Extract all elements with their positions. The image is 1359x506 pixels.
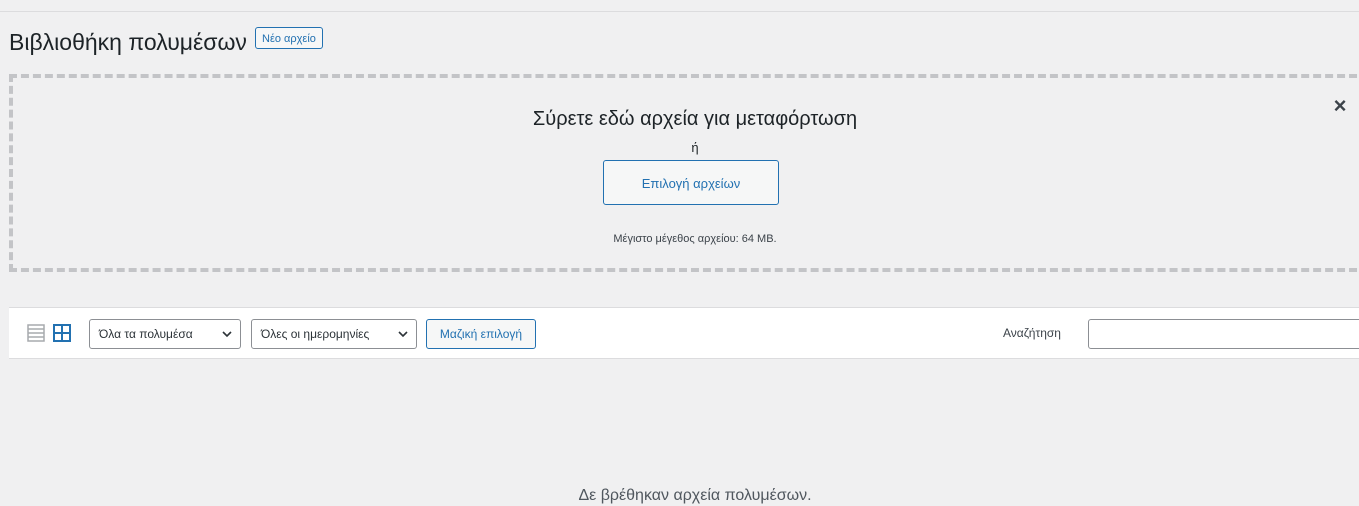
empty-state-message: Δε βρέθηκαν αρχεία πολυμέσων. [578,487,812,504]
date-filter-value: Όλες οι ημερομηνίες [261,327,370,341]
top-divider [0,11,1359,12]
page-title: Βιβλιοθήκη πολυμέσων [9,29,247,55]
date-filter[interactable]: Όλες οι ημερομηνίες [251,319,417,349]
chevron-down-icon [398,331,408,338]
add-new-media-button[interactable]: Νέο αρχείο [255,27,323,49]
grid-view-icon[interactable] [53,324,71,342]
search-label: Αναζήτηση [1003,326,1061,340]
max-upload-size: Μέγιστο μέγεθος αρχείου: 64 MB. [613,233,777,245]
bulk-select-button[interactable]: Μαζική επιλογή [426,319,536,349]
media-toolbar: Όλα τα πολυμέσα Όλες οι ημερομηνίες Μαζι… [9,307,1359,359]
media-type-filter-value: Όλα τα πολυμέσα [99,327,193,341]
list-view-icon[interactable] [27,324,45,342]
select-files-button[interactable]: Επιλογή αρχείων [603,160,779,205]
search-input[interactable] [1088,319,1359,349]
media-type-filter[interactable]: Όλα τα πολυμέσα [89,319,241,349]
chevron-down-icon [222,331,232,338]
drop-or-text: ή [691,140,699,155]
drop-instructions: Σύρετε εδώ αρχεία για μεταφόρτωση [532,108,858,130]
